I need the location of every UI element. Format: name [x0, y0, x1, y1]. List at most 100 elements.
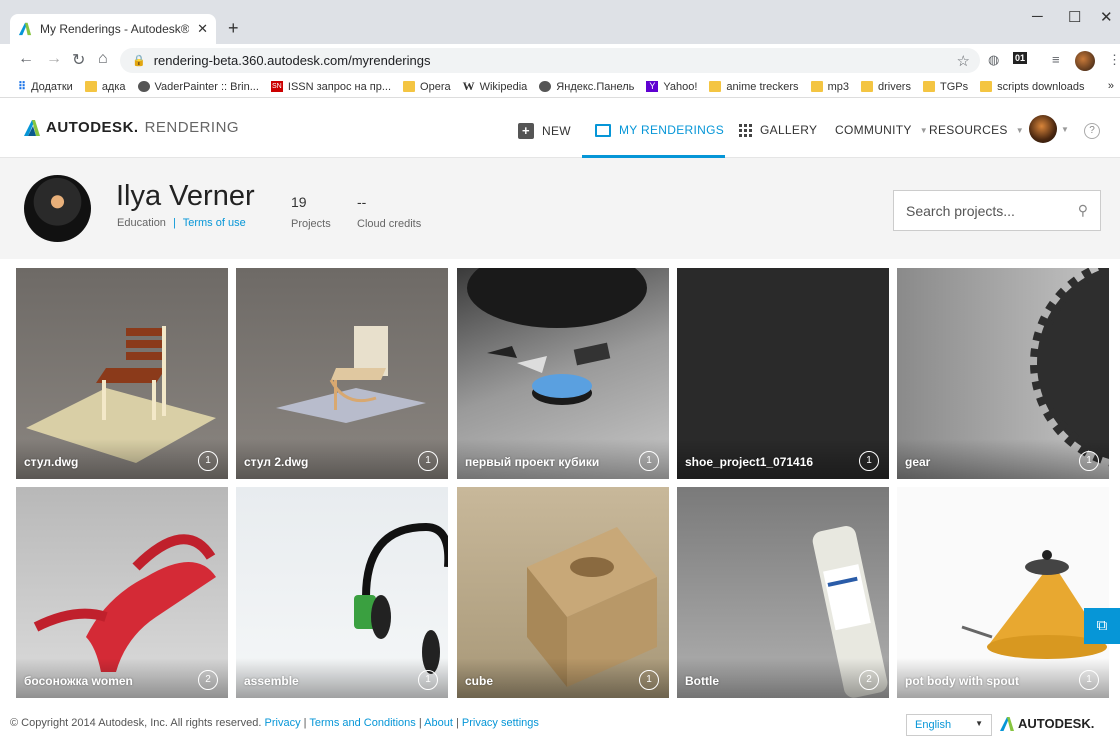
nav-community[interactable]: COMMUNITY ▼: [835, 123, 928, 137]
extension-globe-icon[interactable]: ◍: [988, 52, 999, 68]
bookmark-item[interactable]: scripts downloads: [980, 80, 1085, 93]
back-icon[interactable]: ←: [18, 50, 34, 68]
feedback-icon[interactable]: ⧉: [1084, 608, 1120, 644]
rendering-count-badge: 2: [198, 670, 218, 690]
browser-profile-avatar[interactable]: [1075, 51, 1095, 71]
bookmarks-bar: ⠿ Додатки адка VaderPainter :: Brin... SN…: [0, 76, 1120, 98]
folder-icon: [980, 81, 993, 92]
folder-icon: [709, 81, 722, 92]
minimize-icon[interactable]: ─: [1032, 8, 1043, 25]
url-input[interactable]: 🔒 rendering-beta.360.autodesk.com/myrend…: [120, 48, 980, 73]
bookmark-item[interactable]: ⠿ Додатки: [18, 80, 73, 94]
language-select[interactable]: English ▼: [906, 714, 992, 736]
bookmark-label: drivers: [877, 80, 911, 93]
language-value: English: [915, 719, 952, 731]
help-icon[interactable]: ?: [1084, 123, 1100, 139]
footer-links: © Copyright 2014 Autodesk, Inc. All righ…: [10, 717, 539, 729]
caret-down-icon: ▼: [919, 125, 928, 135]
lock-icon: 🔒: [132, 55, 146, 67]
search-input[interactable]: [906, 202, 1066, 219]
separator: |: [455, 717, 459, 729]
app-header: AUTODESK. RENDERING + NEW MY RENDERINGS …: [0, 99, 1120, 158]
maximize-icon[interactable]: ☐: [1068, 8, 1081, 26]
tab-close-icon[interactable]: ✕: [197, 21, 208, 37]
bookmark-item[interactable]: W Wikipedia: [463, 79, 528, 94]
image-icon: [595, 123, 611, 137]
caret-down-icon[interactable]: ▼: [1061, 125, 1069, 134]
bookmarks-more-icon[interactable]: »: [1108, 80, 1114, 92]
reload-icon[interactable]: ↻: [72, 50, 85, 70]
nav-my-renderings-label: MY RENDERINGS: [619, 123, 725, 137]
bookmark-item[interactable]: адка: [84, 80, 126, 93]
project-card[interactable]: pot body with spout 1: [897, 487, 1109, 698]
project-card[interactable]: shoe_project1_071416 1: [677, 268, 889, 479]
bookmark-item[interactable]: TGPs: [922, 81, 968, 93]
folder-icon: [922, 81, 935, 92]
bookmark-item[interactable]: drivers: [860, 80, 911, 93]
home-icon[interactable]: ⌂: [98, 50, 108, 68]
project-card[interactable]: стул.dwg 1: [16, 268, 228, 479]
folder-icon: [403, 81, 416, 92]
bookmark-item[interactable]: Яндекс.Панель: [539, 81, 634, 93]
terms-link[interactable]: Terms and Conditions: [309, 717, 415, 729]
browser-tabbar: My Renderings - Autodesk® Ren ✕ + ─ ☐ ✕: [0, 0, 1120, 44]
bookmark-item[interactable]: anime treckers: [709, 81, 799, 93]
yahoo-icon: Y: [646, 81, 659, 92]
nav-gallery-label: GALLERY: [760, 123, 818, 137]
project-card[interactable]: assemble 1: [236, 487, 448, 698]
project-card[interactable]: босоножка women 2: [16, 487, 228, 698]
user-avatar[interactable]: [1029, 115, 1057, 143]
project-card[interactable]: первый проект кубики 1: [457, 268, 669, 479]
credits-label: Cloud credits: [357, 218, 422, 230]
bookmark-label: Yahoo!: [663, 80, 698, 93]
nav-gallery[interactable]: GALLERY: [739, 123, 817, 137]
folder-icon: [810, 81, 823, 92]
bookmark-item[interactable]: VaderPainter :: Brin...: [137, 81, 259, 93]
autodesk-rendering-logo[interactable]: AUTODESK. RENDERING: [24, 119, 239, 136]
rendering-count-badge: 1: [1079, 451, 1099, 471]
nav-my-renderings[interactable]: MY RENDERINGS: [595, 123, 724, 137]
terms-of-use-link[interactable]: Terms of use: [183, 217, 246, 229]
forward-icon[interactable]: →: [46, 50, 62, 68]
profile-meta: Education | Terms of use: [117, 217, 246, 229]
project-card[interactable]: cube 1: [457, 487, 669, 698]
nav-new-label: NEW: [542, 124, 571, 138]
media-control-icon[interactable]: ≡: [1052, 52, 1060, 67]
bookmark-item[interactable]: SN ISSN запрос на пр...: [270, 80, 392, 93]
bookmark-label: scripts downloads: [997, 80, 1085, 93]
grid-icon: [739, 123, 752, 137]
extension-01-icon[interactable]: 01: [1013, 52, 1028, 64]
search-box: ⚲: [893, 190, 1101, 231]
bookmark-label: Додатки: [31, 80, 73, 93]
project-card[interactable]: gear 1: [897, 268, 1109, 479]
folder-icon: [860, 81, 873, 92]
nav-community-label: COMMUNITY: [835, 123, 912, 137]
bookmark-label: адка: [101, 80, 126, 93]
rendering-count-badge: 2: [859, 670, 879, 690]
browser-menu-icon[interactable]: ⋮: [1108, 52, 1120, 68]
new-tab-icon[interactable]: +: [228, 18, 239, 39]
bookmark-label: Яндекс.Панель: [556, 80, 635, 93]
privacy-settings-link[interactable]: Privacy settings: [462, 717, 539, 729]
bookmark-item[interactable]: mp3: [810, 80, 849, 93]
about-link[interactable]: About: [424, 717, 453, 729]
bookmark-star-icon[interactable]: ☆: [957, 52, 970, 70]
nav-new[interactable]: + NEW: [518, 123, 571, 139]
bookmark-item[interactable]: Opera: [403, 81, 451, 93]
profile-role: Education: [117, 217, 166, 229]
bookmark-label: ISSN запрос на пр...: [287, 80, 392, 93]
project-card[interactable]: стул 2.dwg 1: [236, 268, 448, 479]
project-card[interactable]: Bottle 2: [677, 487, 889, 698]
bookmark-label: mp3: [827, 80, 849, 93]
issn-icon: SN: [270, 81, 283, 92]
browser-tab[interactable]: My Renderings - Autodesk® Ren ✕: [10, 14, 216, 44]
privacy-link[interactable]: Privacy: [265, 717, 301, 729]
footer-logo-text: AUTODESK.: [1018, 716, 1095, 731]
nav-resources[interactable]: RESOURCES ▼: [929, 123, 1024, 137]
search-icon[interactable]: ⚲: [1078, 202, 1088, 219]
project-title: Bottle: [685, 674, 719, 688]
project-title: shoe_project1_071416: [685, 455, 814, 469]
bookmark-item[interactable]: Y Yahoo!: [646, 81, 697, 93]
footer-autodesk-logo[interactable]: AUTODESK.: [1000, 716, 1094, 731]
close-window-icon[interactable]: ✕: [1100, 8, 1113, 26]
